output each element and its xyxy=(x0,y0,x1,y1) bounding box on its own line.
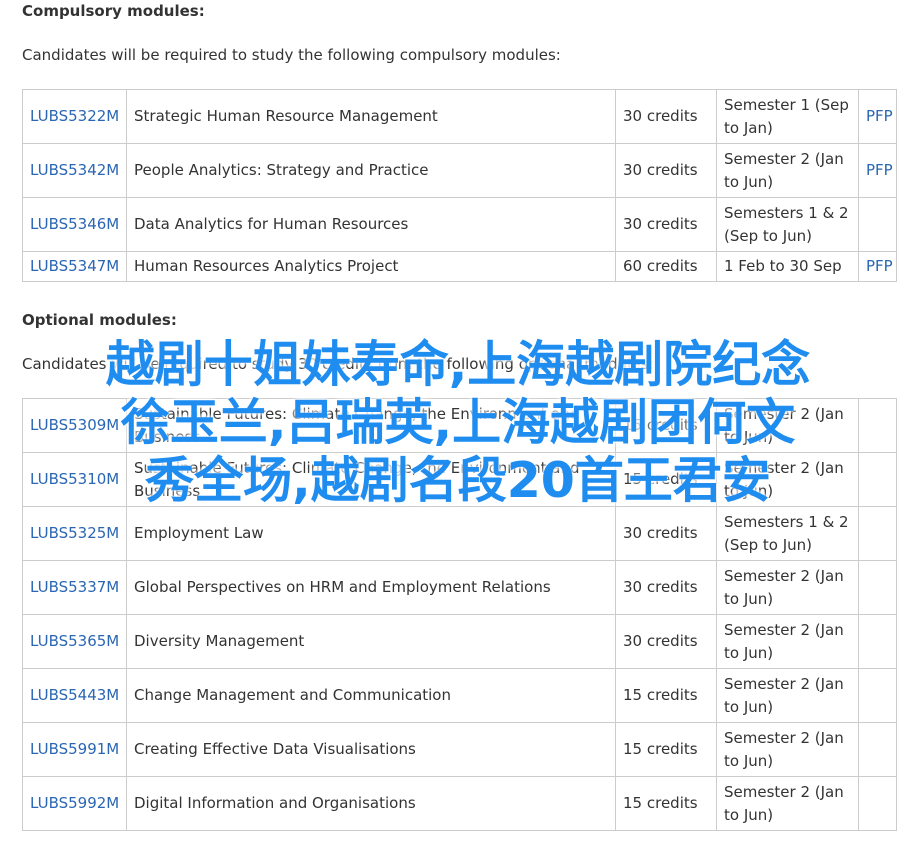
module-code-link[interactable]: LUBS5365M xyxy=(30,632,119,650)
optional-heading: Optional modules: xyxy=(22,311,177,329)
module-code-link[interactable]: LUBS5991M xyxy=(30,740,119,758)
module-code-cell: LUBS5309M xyxy=(22,398,127,453)
compulsory-intro: Candidates will be required to study the… xyxy=(22,46,561,64)
module-semester: Semester 2 (Jan to Jun) xyxy=(716,452,859,507)
module-title: Sustainable Futures: Climate Change, the… xyxy=(126,452,616,507)
module-credits: 15 credits xyxy=(615,398,717,453)
module-title: Employment Law xyxy=(126,506,616,561)
module-code-cell: LUBS5322M xyxy=(22,89,127,144)
module-row: LUBS5991M Creating Effective Data Visuali… xyxy=(22,722,897,777)
module-credits: 15 credits xyxy=(615,668,717,723)
pfp-link[interactable]: PFP xyxy=(866,161,893,179)
module-semester: Semester 2 (Jan to Jun) xyxy=(716,398,859,453)
pfp-link[interactable]: PFP xyxy=(866,107,893,125)
module-pfp-cell xyxy=(858,722,897,777)
module-pfp-cell: PFP xyxy=(858,89,897,144)
module-row: LUBS5310M Sustainable Futures: Climate Ch… xyxy=(22,452,897,507)
module-row: LUBS5322M Strategic Human Resource Manage… xyxy=(22,89,897,144)
module-row: LUBS5347M Human Resources Analytics Proje… xyxy=(22,251,897,282)
module-title: Change Management and Communication xyxy=(126,668,616,723)
module-code-cell: LUBS5443M xyxy=(22,668,127,723)
module-title: Sustainable Futures: Climate Change, the… xyxy=(126,398,616,453)
module-semester: Semester 2 (Jan to Jun) xyxy=(716,668,859,723)
module-pfp-cell: PFP xyxy=(858,143,897,198)
module-credits: 15 credits xyxy=(615,452,717,507)
module-credits: 30 credits xyxy=(615,143,717,198)
module-code-link[interactable]: LUBS5309M xyxy=(30,416,119,434)
module-row: LUBS5365M Diversity Management 30 credits S… xyxy=(22,614,897,669)
module-code-cell: LUBS5992M xyxy=(22,776,127,831)
module-pfp-cell xyxy=(858,398,897,453)
module-credits: 60 credits xyxy=(615,251,717,282)
module-pfp-cell xyxy=(858,452,897,507)
module-credits: 15 credits xyxy=(615,776,717,831)
module-pfp-cell: PFP xyxy=(858,251,897,282)
module-row: LUBS5309M Sustainable Futures: Climate Ch… xyxy=(22,398,897,453)
module-code-cell: LUBS5365M xyxy=(22,614,127,669)
module-semester: Semester 2 (Jan to Jun) xyxy=(716,722,859,777)
module-row: LUBS5325M Employment Law 30 credits Semeste… xyxy=(22,506,897,561)
pfp-link[interactable]: PFP xyxy=(866,257,893,275)
module-code-link[interactable]: LUBS5342M xyxy=(30,161,119,179)
module-code-link[interactable]: LUBS5347M xyxy=(30,257,119,275)
module-semester: Semester 2 (Jan to Jun) xyxy=(716,614,859,669)
module-pfp-cell xyxy=(858,668,897,723)
module-title: Global Perspectives on HRM and Employmen… xyxy=(126,560,616,615)
module-pfp-cell xyxy=(858,614,897,669)
module-title: People Analytics: Strategy and Practice xyxy=(126,143,616,198)
optional-modules-table: LUBS5309M Sustainable Futures: Climate Ch… xyxy=(22,398,897,831)
optional-intro: Candidates will be required to study 30 … xyxy=(22,355,654,373)
compulsory-modules-table: LUBS5322M Strategic Human Resource Manage… xyxy=(22,89,897,282)
module-credits: 30 credits xyxy=(615,560,717,615)
module-code-cell: LUBS5346M xyxy=(22,197,127,252)
module-title: Data Analytics for Human Resources xyxy=(126,197,616,252)
module-credits: 30 credits xyxy=(615,197,717,252)
module-semester: Semester 2 (Jan to Jun) xyxy=(716,560,859,615)
module-credits: 15 credits xyxy=(615,722,717,777)
module-title: Diversity Management xyxy=(126,614,616,669)
module-credits: 30 credits xyxy=(615,614,717,669)
module-code-link[interactable]: LUBS5325M xyxy=(30,524,119,542)
module-title: Digital Information and Organisations xyxy=(126,776,616,831)
module-pfp-cell xyxy=(858,776,897,831)
module-title: Creating Effective Data Visualisations xyxy=(126,722,616,777)
module-row: LUBS5346M Data Analytics for Human Resour… xyxy=(22,197,897,252)
module-row: LUBS5443M Change Management and Communica… xyxy=(22,668,897,723)
module-title: Strategic Human Resource Management xyxy=(126,89,616,144)
compulsory-heading: Compulsory modules: xyxy=(22,2,205,20)
module-semester: Semester 2 (Jan to Jun) xyxy=(716,143,859,198)
module-credits: 30 credits xyxy=(615,89,717,144)
module-code-cell: LUBS5347M xyxy=(22,251,127,282)
module-row: LUBS5342M People Analytics: Strategy and … xyxy=(22,143,897,198)
module-semester: Semester 1 (Sep to Jan) xyxy=(716,89,859,144)
module-code-link[interactable]: LUBS5992M xyxy=(30,794,119,812)
module-code-link[interactable]: LUBS5443M xyxy=(30,686,119,704)
module-semester: Semesters 1 & 2 (Sep to Jun) xyxy=(716,197,859,252)
module-code-cell: LUBS5342M xyxy=(22,143,127,198)
module-semester: 1 Feb to 30 Sep xyxy=(716,251,859,282)
module-semester: Semesters 1 & 2 (Sep to Jun) xyxy=(716,506,859,561)
module-code-link[interactable]: LUBS5346M xyxy=(30,215,119,233)
module-row: LUBS5992M Digital Information and Organis… xyxy=(22,776,897,831)
module-title: Human Resources Analytics Project xyxy=(126,251,616,282)
module-credits: 30 credits xyxy=(615,506,717,561)
module-code-cell: LUBS5991M xyxy=(22,722,127,777)
module-code-link[interactable]: LUBS5310M xyxy=(30,470,119,488)
module-code-cell: LUBS5337M xyxy=(22,560,127,615)
module-code-cell: LUBS5325M xyxy=(22,506,127,561)
module-semester: Semester 2 (Jan to Jun) xyxy=(716,776,859,831)
module-pfp-cell xyxy=(858,560,897,615)
module-pfp-cell xyxy=(858,506,897,561)
module-row: LUBS5337M Global Perspectives on HRM and … xyxy=(22,560,897,615)
module-code-link[interactable]: LUBS5337M xyxy=(30,578,119,596)
module-code-link[interactable]: LUBS5322M xyxy=(30,107,119,125)
module-pfp-cell xyxy=(858,197,897,252)
module-code-cell: LUBS5310M xyxy=(22,452,127,507)
